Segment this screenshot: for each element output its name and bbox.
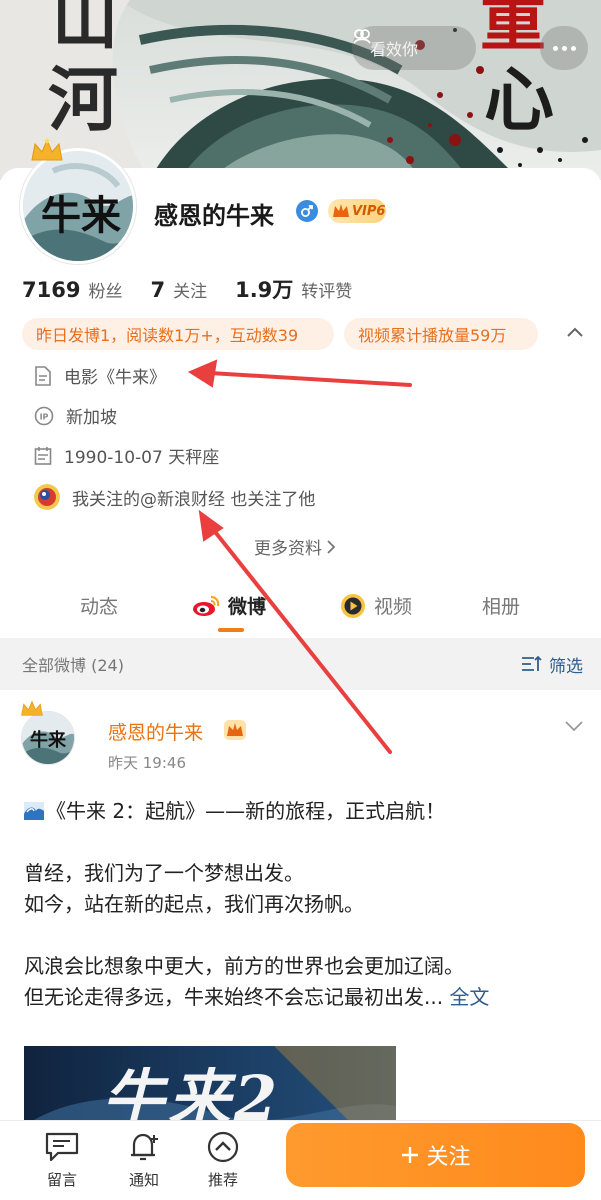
chevron-circle-icon — [207, 1131, 239, 1163]
comment-icon — [45, 1132, 79, 1162]
followers-label[interactable]: 粉丝 — [88, 277, 122, 302]
activity-pill[interactable]: 昨日发博1，阅读数1万+，互动数39 — [22, 318, 334, 350]
weibo-logo-icon — [193, 595, 220, 616]
post-image[interactable]: 牛来2 — [24, 1046, 396, 1126]
post-text: 《牛来 2：起航》——新的旅程，正式启航！ 曾经，我们为了一个梦想出发。 如今，… — [24, 796, 584, 1013]
info-work: 电影《牛来》 — [34, 363, 166, 388]
following-count[interactable]: 7 — [150, 278, 165, 302]
plus-icon — [402, 1147, 419, 1163]
crown-icon — [31, 138, 63, 161]
tab-dynamics-label: 动态 — [80, 596, 119, 618]
more-info-link[interactable]: 更多资料 — [254, 534, 336, 559]
following-label[interactable]: 关注 — [173, 277, 207, 302]
visitor-label: 看效你 — [370, 40, 419, 59]
profile-name: 感恩的牛来 — [154, 202, 274, 230]
followers-count[interactable]: 7169 — [22, 278, 80, 302]
tab-album-label: 相册 — [482, 596, 521, 618]
post-line-1: 《牛来 2：起航》——新的旅程，正式启航！ — [24, 796, 584, 827]
bottom-bar: 留言 通知 推荐 关注 — [0, 1120, 601, 1200]
tab-weibo[interactable]: 微博 — [192, 592, 266, 619]
chevron-up-icon[interactable] — [566, 326, 584, 338]
filter-button[interactable]: 筛选 — [521, 652, 583, 677]
male-icon — [296, 200, 318, 222]
tab-dynamics[interactable]: 动态 — [80, 592, 118, 619]
tab-video-label: 视频 — [374, 596, 413, 618]
video-play-icon — [341, 593, 365, 618]
vip-level: VIP6 — [352, 203, 386, 219]
likes-label: 转评赞 — [301, 282, 353, 302]
vip-crown-icon — [333, 204, 349, 217]
post-avatar-text: 牛来 — [30, 730, 66, 751]
post-avatar[interactable]: 牛来 — [22, 712, 74, 764]
follow-button[interactable]: 关注 — [286, 1123, 585, 1187]
wave-emoji-icon — [24, 802, 44, 820]
filter-bar: 全部微博 (24) 筛选 — [0, 638, 601, 690]
post-line-6: 风浪会比想象中更大，前方的世界也会更加辽阔。 — [24, 954, 464, 978]
svg-text:IP: IP — [40, 412, 49, 421]
full-text-link[interactable]: 全文 — [449, 985, 489, 1009]
visitor-button[interactable]: 看效你 — [352, 26, 476, 70]
post-line-4: 如今，站在新的起点，我们再次扬帆。 — [24, 892, 364, 916]
video-views-pill[interactable]: 视频累计播放量59万 — [344, 318, 538, 350]
bell-plus-icon — [131, 1133, 158, 1161]
post-image-title: 牛来2 — [102, 1062, 282, 1126]
chevron-right-icon — [327, 539, 336, 554]
likes-count: 1.9万 — [235, 278, 294, 302]
tab-weibo-label: 微博 — [228, 596, 267, 618]
all-posts-count: 全部微博 (24) — [22, 656, 124, 675]
comment-label: 留言 — [46, 1171, 77, 1189]
more-dots-icon — [552, 45, 576, 51]
avatar-text: 牛来 — [41, 192, 121, 239]
recommend-button[interactable]: 推荐 — [193, 1131, 253, 1190]
filter-label: 筛选 — [549, 656, 583, 677]
avatar[interactable]: 牛来 — [20, 148, 136, 264]
more-button[interactable] — [540, 26, 588, 70]
profile-tabs: 动态 微博 视频 相册 — [0, 582, 601, 638]
more-info-label: 更多资料 — [254, 539, 322, 559]
post-time: 昨天 19:46 — [108, 754, 186, 772]
profile-stats: 7169 粉丝 7 关注 1.9万 转评赞 — [22, 274, 380, 304]
info-mutual-text: 我关注的@新浪财经 也关注了他 — [72, 489, 316, 510]
profile-page: 山 河 重 心 看效你 牛来 感恩的牛来 VIP6 7169 粉丝 7 关注 1… — [0, 0, 601, 1200]
tab-video[interactable]: 视频 — [340, 592, 412, 619]
vip-badge[interactable]: VIP6 — [328, 199, 386, 223]
info-work-text: 电影《牛来》 — [64, 368, 166, 388]
mutual-avatar — [34, 484, 60, 510]
chevron-down-icon[interactable] — [564, 720, 584, 732]
document-icon — [35, 365, 51, 386]
info-location-text: 新加坡 — [66, 408, 117, 428]
banner-char-2: 河 — [48, 58, 118, 141]
comment-button[interactable]: 留言 — [32, 1131, 92, 1190]
info-location: IP 新加坡 — [34, 403, 117, 428]
post-card[interactable]: 牛来 感恩的牛来 昨天 19:46 《牛来 2：起航》——新的旅程，正式启航！ … — [0, 690, 601, 1126]
post-vip-crown-icon — [224, 720, 246, 740]
notify-button[interactable]: 通知 — [114, 1131, 174, 1190]
post-line-3: 曾经，我们为了一个梦想出发。 — [24, 861, 304, 885]
recommend-label: 推荐 — [207, 1171, 238, 1189]
notify-label: 通知 — [128, 1171, 159, 1189]
post-line-7: 但无论走得多远，牛来始终不会忘记最初出发... 全文 — [24, 985, 490, 1009]
filter-icon — [522, 655, 542, 671]
post-crown-icon — [21, 700, 43, 716]
post-author[interactable]: 感恩的牛来 — [108, 718, 203, 745]
calendar-icon — [34, 446, 52, 465]
visitor-icon — [353, 29, 371, 44]
info-mutual[interactable]: 我关注的@新浪财经 也关注了他 — [34, 484, 315, 510]
follow-label: 关注 — [426, 1145, 471, 1170]
active-tab-indicator — [218, 628, 244, 632]
tab-album[interactable]: 相册 — [482, 592, 520, 619]
info-birthday: 1990-10-07 天秤座 — [34, 443, 219, 468]
ip-location-icon: IP — [34, 406, 54, 425]
info-birthday-text: 1990-10-07 天秤座 — [64, 448, 220, 468]
